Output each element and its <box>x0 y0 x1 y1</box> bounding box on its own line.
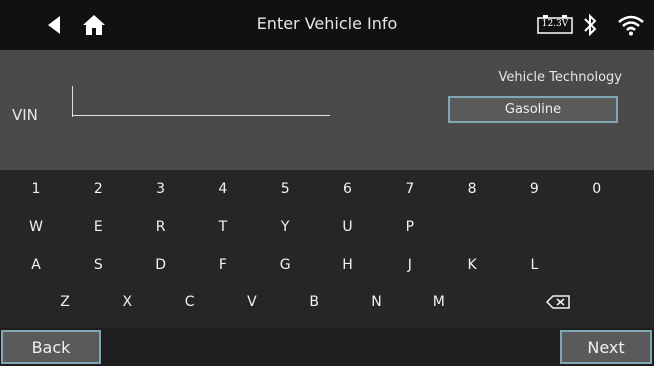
key-j[interactable]: J <box>382 252 438 278</box>
key-b[interactable]: B <box>286 289 342 315</box>
key-7[interactable]: 7 <box>382 176 438 202</box>
vehicle-info-form: VIN Vehicle Technology Gasoline <box>0 50 654 170</box>
vehicle-technology-value: Gasoline <box>504 102 562 117</box>
key-p[interactable]: P <box>382 214 438 240</box>
bottom-bar: Back Next <box>0 328 654 366</box>
backspace-key[interactable] <box>530 289 586 315</box>
on-screen-keyboard: 1234567890 WERTYUP ASDFGHJKL ZXCVBNM <box>0 170 654 328</box>
key-9[interactable]: 9 <box>506 176 562 202</box>
key-n[interactable]: N <box>349 289 405 315</box>
key-e[interactable]: E <box>70 214 126 240</box>
key-a[interactable]: A <box>8 252 64 278</box>
key-x[interactable]: X <box>99 289 155 315</box>
backspace-icon <box>545 295 570 309</box>
battery-voltage: 12.3V <box>541 19 569 29</box>
key-z[interactable]: Z <box>37 289 93 315</box>
key-d[interactable]: D <box>133 252 189 278</box>
key-t[interactable]: T <box>195 214 251 240</box>
key-m[interactable]: M <box>411 289 467 315</box>
key-0[interactable]: 0 <box>569 176 625 202</box>
key-k[interactable]: K <box>444 252 500 278</box>
wifi-icon <box>618 15 644 36</box>
key-3[interactable]: 3 <box>133 176 189 202</box>
key-h[interactable]: H <box>320 252 376 278</box>
vin-input[interactable] <box>72 88 330 116</box>
key-1[interactable]: 1 <box>8 176 64 202</box>
key-v[interactable]: V <box>224 289 280 315</box>
key-4[interactable]: 4 <box>195 176 251 202</box>
key-l[interactable]: L <box>506 252 562 278</box>
key-8[interactable]: 8 <box>444 176 500 202</box>
key-6[interactable]: 6 <box>320 176 376 202</box>
key-5[interactable]: 5 <box>257 176 313 202</box>
key-f[interactable]: F <box>195 252 251 278</box>
vin-label: VIN <box>12 106 38 124</box>
key-s[interactable]: S <box>70 252 126 278</box>
key-r[interactable]: R <box>133 214 189 240</box>
key-w[interactable]: W <box>8 214 64 240</box>
key-c[interactable]: C <box>162 289 218 315</box>
key-y[interactable]: Y <box>257 214 313 240</box>
key-2[interactable]: 2 <box>70 176 126 202</box>
top-bar: Enter Vehicle Info 12.3V <box>0 0 654 50</box>
vehicle-technology-label: Vehicle Technology <box>498 70 622 85</box>
key-g[interactable]: G <box>257 252 313 278</box>
key-u[interactable]: U <box>320 214 376 240</box>
vehicle-technology-select[interactable]: Gasoline <box>448 96 618 123</box>
back-button[interactable]: Back <box>1 330 101 364</box>
next-button[interactable]: Next <box>560 330 652 364</box>
bluetooth-icon <box>584 13 597 37</box>
